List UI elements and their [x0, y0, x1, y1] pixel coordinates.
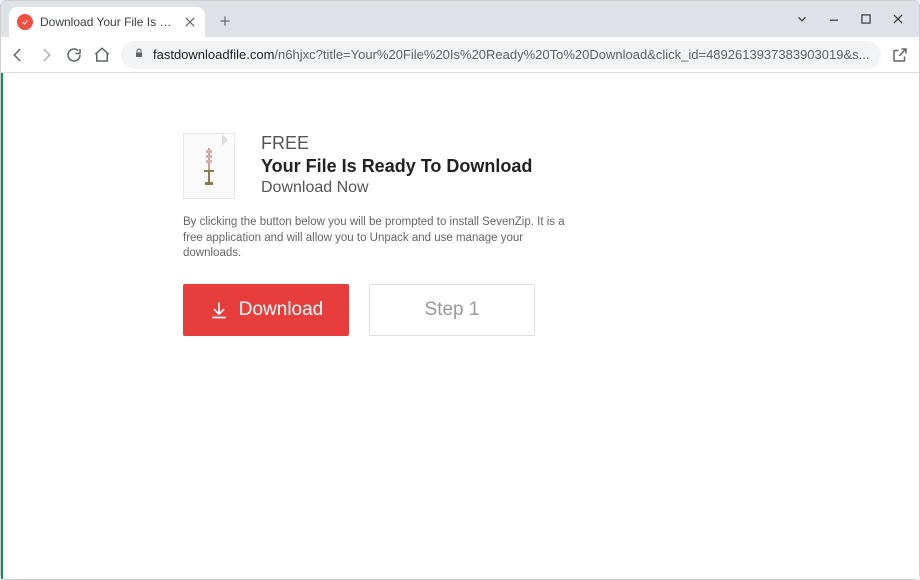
back-button[interactable] [9, 45, 27, 65]
window-maximize-icon[interactable] [859, 12, 873, 26]
home-button[interactable] [93, 45, 111, 65]
page-title: Your File Is Ready To Download [261, 156, 532, 177]
window-controls [781, 1, 919, 37]
free-label: FREE [261, 133, 532, 154]
window-close-icon[interactable] [891, 12, 905, 26]
titlebar: Download Your File Is Ready To D [1, 1, 919, 37]
url-domain: fastdownloadfile.com [153, 47, 274, 62]
browser-toolbar: fastdownloadfile.com/n6hjxc?title=Your%2… [1, 37, 919, 73]
url-path: /n6hjxc?title=Your%20File%20Is%20Ready%2… [274, 47, 869, 62]
download-button-label: Download [239, 299, 324, 321]
url-text: fastdownloadfile.com/n6hjxc?title=Your%2… [153, 47, 869, 62]
disclaimer-text: By clicking the button below you will be… [183, 215, 583, 262]
header-block: FREE Your File Is Ready To Download Down… [183, 133, 603, 199]
step-button-label: Step 1 [425, 299, 480, 321]
tab-favicon [17, 14, 33, 30]
page-subtitle: Download Now [261, 179, 532, 197]
tab-title: Download Your File Is Ready To D [40, 15, 176, 29]
window-minimize-icon[interactable] [827, 12, 841, 26]
reload-button[interactable] [65, 45, 83, 65]
page-viewport: FREE Your File Is Ready To Download Down… [1, 73, 919, 579]
tab-strip: Download Your File Is Ready To D [1, 1, 239, 37]
window-caret-icon[interactable] [795, 12, 809, 26]
file-thumbnail-icon [183, 133, 235, 199]
page-content: FREE Your File Is Ready To Download Down… [3, 73, 603, 336]
browser-tab[interactable]: Download Your File Is Ready To D [9, 7, 205, 37]
forward-button[interactable] [37, 45, 55, 65]
new-tab-button[interactable] [211, 7, 239, 35]
lock-icon [133, 47, 145, 62]
download-button[interactable]: Download [183, 284, 349, 336]
toolbar-right [891, 44, 920, 66]
header-text: FREE Your File Is Ready To Download Down… [261, 133, 532, 199]
button-row: Download Step 1 [183, 284, 603, 336]
address-bar[interactable]: fastdownloadfile.com/n6hjxc?title=Your%2… [121, 41, 881, 69]
share-icon[interactable] [891, 46, 909, 64]
step-button[interactable]: Step 1 [369, 284, 535, 336]
tab-close-icon[interactable] [183, 15, 197, 29]
download-arrow-icon [209, 300, 229, 320]
